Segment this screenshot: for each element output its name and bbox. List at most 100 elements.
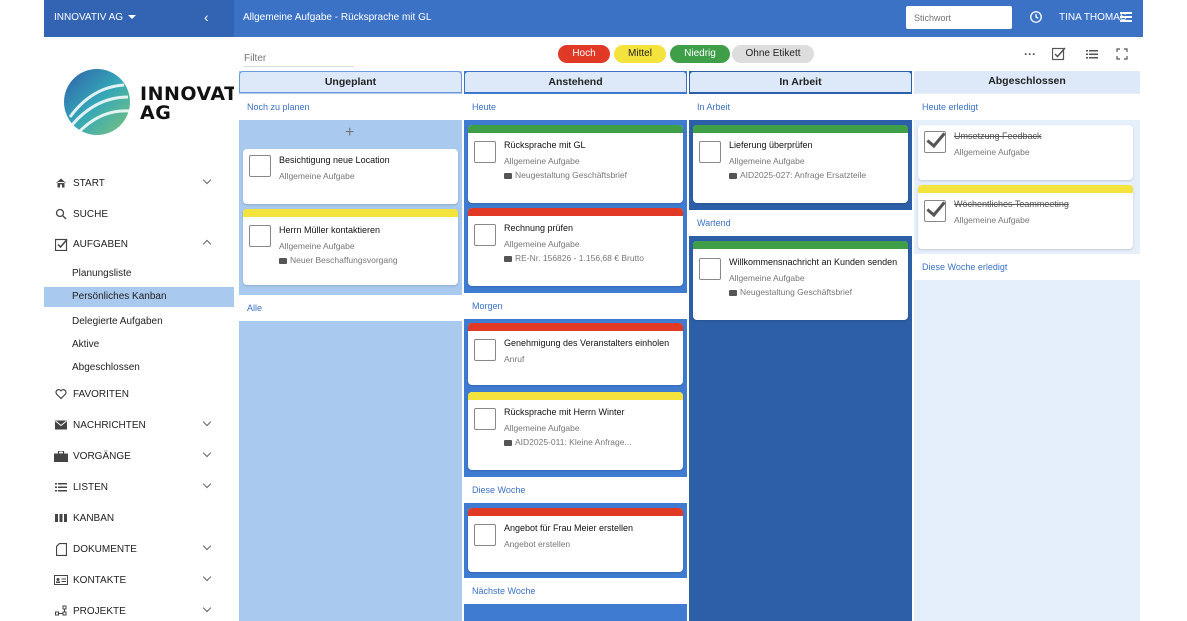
hamburger-menu-icon[interactable] — [1120, 12, 1132, 22]
column-in-arbeit: In Arbeit In Arbeit Lieferung überprüfen… — [689, 71, 912, 621]
list-view-icon[interactable] — [1085, 47, 1099, 61]
briefcase-icon — [729, 289, 737, 296]
section-naechste-woche: Nächste Woche — [464, 578, 687, 604]
nav-nachrichten[interactable]: NACHRICHTEN — [44, 413, 234, 437]
column-title: Abgeschlossen — [914, 71, 1140, 93]
task-checkbox[interactable] — [474, 524, 496, 546]
card-genehmigung[interactable]: Genehmigung des Veranstalters einholen A… — [468, 323, 683, 385]
heart-icon — [54, 387, 68, 401]
nav-kontakte[interactable]: KONTAKTE — [44, 568, 234, 592]
more-options-icon[interactable]: ··· — [1023, 47, 1037, 61]
company-logo: INNOVATIV AG — [62, 67, 260, 142]
kanban-icon — [54, 511, 68, 525]
nav-kanban[interactable]: KANBAN — [44, 506, 234, 530]
section-heute: Heute — [464, 94, 687, 120]
search-input[interactable] — [906, 6, 1012, 29]
check-view-icon[interactable] — [1052, 47, 1066, 61]
chevron-down-icon[interactable] — [202, 572, 212, 582]
top-bar: INNOVATIV AG ‹ Allgemeine Aufgabe - Rück… — [44, 0, 1143, 37]
chevron-down-icon[interactable] — [202, 603, 212, 613]
nav-dokumente[interactable]: DOKUMENTE — [44, 537, 234, 561]
card-lieferung[interactable]: Lieferung überprüfen Allgemeine Aufgabe … — [693, 125, 908, 203]
tag-hoch[interactable]: Hoch — [558, 45, 610, 63]
contact-icon — [54, 573, 68, 587]
project-icon — [54, 604, 68, 618]
card-rechnung-pruefen[interactable]: Rechnung prüfen Allgemeine Aufgabe RE-Nr… — [468, 208, 683, 286]
card-teammeeting[interactable]: Wöchentliches Teammeeting Allgemeine Auf… — [918, 185, 1133, 249]
section-wartend: Wartend — [689, 210, 912, 236]
company-name: INNOVATIV AG — [54, 12, 124, 23]
tag-mittel[interactable]: Mittel — [614, 45, 666, 63]
task-checkbox[interactable] — [474, 408, 496, 430]
briefcase-icon — [504, 255, 512, 262]
nav-projekte[interactable]: PROJEKTE — [44, 599, 234, 621]
nav-start[interactable]: START — [44, 171, 234, 195]
checkbox-icon — [54, 237, 68, 251]
column-ungeplant: Ungeplant Noch zu planen + Besichtigung … — [239, 71, 462, 621]
chevron-down-icon[interactable] — [202, 417, 212, 427]
search-icon — [54, 207, 68, 221]
chevron-down-icon[interactable] — [202, 448, 212, 458]
briefcase-icon — [504, 172, 512, 179]
chevron-up-icon[interactable] — [202, 239, 212, 249]
column-title: Anstehend — [464, 71, 687, 93]
card-angebot-meier[interactable]: Angebot für Frau Meier erstellen Angebot… — [468, 508, 683, 572]
task-checkbox-checked[interactable] — [924, 131, 946, 153]
chevron-down-icon[interactable] — [202, 541, 212, 551]
document-icon — [54, 542, 68, 556]
filter-input[interactable] — [244, 51, 354, 67]
section-in-arbeit: In Arbeit — [689, 94, 912, 120]
briefcase-icon — [54, 449, 68, 463]
nav-suche[interactable]: SUCHE — [44, 202, 234, 226]
column-title: Ungeplant — [239, 71, 462, 93]
task-checkbox[interactable] — [249, 155, 271, 177]
caret-down-icon — [128, 15, 137, 20]
sub-persoenliches-kanban[interactable]: Persönliches Kanban — [44, 287, 234, 307]
company-selector[interactable]: INNOVATIV AG — [54, 12, 137, 23]
nav-vorgaenge[interactable]: VORGÄNGE — [44, 444, 234, 468]
briefcase-icon — [279, 257, 287, 264]
logo-globe-icon — [64, 69, 131, 135]
column-title: In Arbeit — [689, 71, 912, 93]
chevron-down-icon[interactable] — [202, 479, 212, 489]
nav-listen[interactable]: LISTEN — [44, 475, 234, 499]
card-herrn-mueller[interactable]: Herrn Müller kontaktieren Allgemeine Auf… — [243, 209, 458, 285]
column-abgeschlossen: Abgeschlossen Heute erledigt Umsetzung F… — [914, 71, 1140, 621]
section-morgen: Morgen — [464, 293, 687, 319]
column-anstehend: Anstehend Heute Rücksprache mit GL Allge… — [464, 71, 687, 621]
sub-planungsliste[interactable]: Planungsliste — [44, 264, 234, 284]
home-icon — [54, 176, 68, 190]
sub-aktive[interactable]: Aktive — [44, 335, 234, 355]
task-checkbox[interactable] — [474, 141, 496, 163]
task-checkbox-checked[interactable] — [924, 200, 946, 222]
section-alle: Alle — [239, 295, 462, 321]
task-checkbox[interactable] — [474, 224, 496, 246]
sidebar: INNOVATIV AG START SUCHE AUFGABEN Planun… — [44, 37, 260, 621]
nav-aufgaben[interactable]: AUFGABEN — [44, 232, 234, 256]
kanban-board: Hoch Mittel Niedrig Ohne Etikett ··· Ung… — [234, 37, 1143, 621]
card-ruecksprache-winter[interactable]: Rücksprache mit Herrn Winter Allgemeine … — [468, 392, 683, 470]
card-willkommensnachricht[interactable]: Willkommensnachricht an Kunden senden Al… — [693, 241, 908, 320]
task-checkbox[interactable] — [699, 258, 721, 280]
tag-niedrig[interactable]: Niedrig — [670, 45, 730, 63]
tag-ohne-etikett[interactable]: Ohne Etikett — [732, 45, 814, 63]
history-icon[interactable] — [1029, 10, 1043, 24]
collapse-sidebar-icon[interactable]: ‹ — [204, 9, 209, 25]
card-ruecksprache-gl[interactable]: Rücksprache mit GL Allgemeine Aufgabe Ne… — [468, 125, 683, 203]
section-heute-erledigt: Heute erledigt — [914, 94, 1140, 120]
user-name[interactable]: TINA THOMAS — [1059, 12, 1127, 23]
add-card-icon[interactable]: + — [345, 124, 354, 142]
nav-favoriten[interactable]: FAVORITEN — [44, 382, 234, 406]
task-checkbox[interactable] — [474, 339, 496, 361]
fullscreen-icon[interactable] — [1115, 47, 1129, 61]
sub-abgeschlossen[interactable]: Abgeschlossen — [44, 358, 234, 378]
card-umsetzung-feedback[interactable]: Umsetzung Feedback Allgemeine Aufgabe — [918, 125, 1133, 180]
task-checkbox[interactable] — [699, 141, 721, 163]
list-icon — [54, 480, 68, 494]
company-switcher-area: INNOVATIV AG ‹ — [44, 0, 234, 37]
chevron-down-icon[interactable] — [202, 175, 212, 185]
card-besichtigung[interactable]: Besichtigung neue Location Allgemeine Au… — [243, 149, 458, 204]
sub-delegierte-aufgaben[interactable]: Delegierte Aufgaben — [44, 312, 234, 332]
app-window: INNOVATIV AG ‹ Allgemeine Aufgabe - Rück… — [44, 0, 1143, 621]
task-checkbox[interactable] — [249, 225, 271, 247]
